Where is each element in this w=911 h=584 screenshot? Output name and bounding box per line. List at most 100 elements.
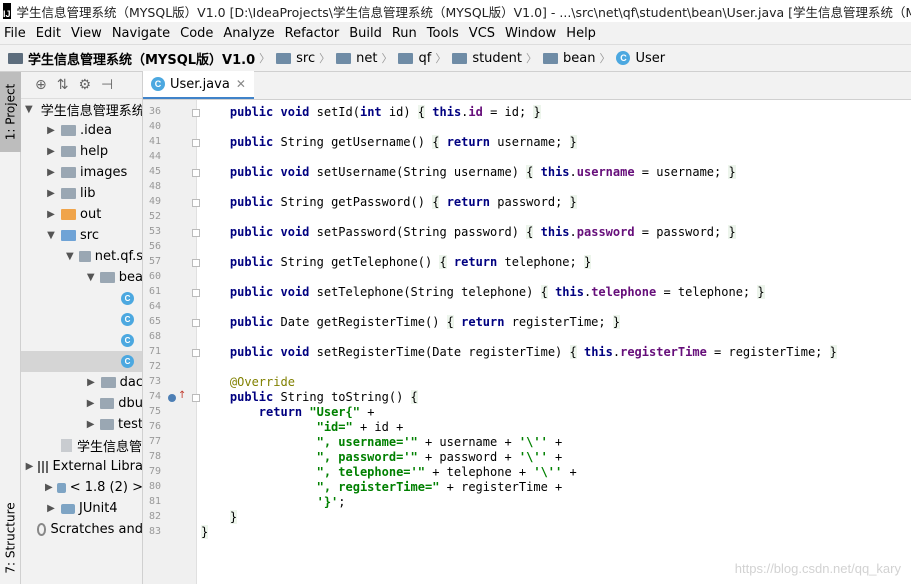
code-line[interactable]: ", telephone='" + telephone + '\'' + (201, 465, 577, 479)
tree-item[interactable]: ▶ dbu (21, 393, 143, 414)
tree-item[interactable]: 学生信息管 (21, 435, 142, 456)
code-line[interactable]: ", password='" + password + '\'' + (201, 450, 563, 464)
tree-item[interactable]: C (21, 351, 142, 372)
breadcrumb-item[interactable]: net 〉 (336, 50, 398, 66)
code-line[interactable]: } (201, 510, 238, 524)
chevron-right-icon[interactable]: ▶ (45, 209, 57, 220)
line-number: 76 (148, 421, 161, 432)
folder-icon (61, 125, 76, 136)
structure-tool-tab[interactable]: 7: Structure (0, 492, 21, 584)
chevron-right-icon[interactable]: ▶ (45, 503, 57, 514)
menu-tools[interactable]: Tools (422, 26, 464, 41)
menu-file[interactable]: File (0, 26, 31, 41)
menu-build[interactable]: Build (344, 26, 387, 41)
tree-item[interactable]: C (21, 309, 142, 330)
chevron-right-icon[interactable]: ▶ (45, 482, 53, 493)
tree-item[interactable]: C (21, 330, 142, 351)
code-line[interactable]: public void setPassword(String password)… (201, 225, 736, 239)
chevron-down-icon[interactable]: ▼ (25, 104, 33, 115)
line-number: 72 (148, 361, 161, 372)
menu-edit[interactable]: Edit (31, 26, 66, 41)
tree-item-label: net.qf.s (94, 249, 143, 264)
hide-icon[interactable]: ⊣ (101, 77, 113, 93)
menu-code[interactable]: Code (175, 26, 218, 41)
left-tool-strip: 1: Project 7: Structure (0, 72, 21, 584)
code-line[interactable]: @Override (201, 375, 295, 389)
menu-help[interactable]: Help (561, 26, 601, 41)
chevron-down-icon[interactable]: ▼ (85, 272, 96, 283)
tree-item[interactable]: ▼ 学生信息管理系统 (21, 99, 142, 120)
chevron-right-icon[interactable]: ▶ (25, 461, 34, 472)
chevron-down-icon[interactable]: ▼ (65, 251, 75, 262)
collapse-all-icon[interactable]: ⇅ (57, 77, 69, 93)
code-area[interactable]: public void setId(int id) { this.id = id… (197, 100, 911, 584)
tree-item[interactable]: ▶ lib (21, 183, 142, 204)
code-line[interactable]: public String toString() { (201, 390, 418, 404)
line-number: 45 (148, 166, 161, 177)
java-class-icon: C (121, 313, 134, 326)
code-line[interactable]: public void setRegisterTime(Date registe… (201, 345, 837, 359)
tree-item[interactable]: Scratches and (21, 519, 143, 540)
tree-item[interactable]: ▼ bea (21, 267, 142, 288)
tree-item[interactable]: ▼ src (21, 225, 142, 246)
tree-item[interactable]: ▶ JUnit4 (21, 498, 142, 519)
tree-item[interactable]: ▶ External Libra (21, 456, 142, 477)
override-icon[interactable] (168, 394, 176, 402)
breadcrumb-item[interactable]: student 〉 (452, 50, 543, 66)
tree-item[interactable]: ▶ < 1.8 (2) > (21, 477, 142, 498)
breadcrumb-item[interactable]: qf 〉 (398, 50, 452, 66)
chevron-down-icon[interactable]: ▼ (45, 230, 57, 241)
tree-item[interactable]: ▶ dac (21, 372, 142, 393)
chevron-right-icon[interactable]: ▶ (45, 146, 57, 157)
chevron-right-icon[interactable]: ▶ (45, 167, 57, 178)
breadcrumb-item[interactable]: bean 〉 (543, 50, 616, 66)
code-line[interactable]: "id=" + id + (201, 420, 404, 434)
code-line[interactable]: } (201, 525, 209, 539)
menu-analyze[interactable]: Analyze (218, 26, 279, 41)
code-line[interactable]: public void setUsername(String username)… (201, 165, 736, 179)
tree-item-label: dbu (118, 396, 143, 411)
tree-item[interactable]: C (21, 288, 142, 309)
folder-icon (336, 52, 352, 64)
tab-user-java[interactable]: C User.java ✕ (143, 71, 254, 99)
java-class-icon: C (616, 51, 631, 65)
tree-item[interactable]: ▶ test (21, 414, 142, 435)
close-icon[interactable]: ✕ (236, 77, 246, 91)
chevron-right-icon[interactable]: ▶ (85, 398, 96, 409)
code-line[interactable]: ", registerTime=" + registerTime + (201, 480, 563, 494)
tree-item-label: Scratches and (50, 522, 143, 537)
tree-item[interactable]: ▶ help (21, 141, 142, 162)
code-line[interactable]: ", username='" + username + '\'' + (201, 435, 563, 449)
arrow-up-icon[interactable]: ↑ (178, 390, 186, 401)
code-line[interactable]: public String getTelephone() { return te… (201, 255, 592, 269)
chevron-right-icon[interactable]: ▶ (85, 377, 97, 388)
watermark: https://blog.csdn.net/qq_kary (734, 561, 901, 576)
menu-vcs[interactable]: VCS (464, 26, 500, 41)
locate-icon[interactable]: ⊕ (35, 77, 47, 93)
breadcrumb-item[interactable]: C User (616, 51, 665, 66)
tree-item[interactable]: ▶ images (21, 162, 142, 183)
tree-item[interactable]: ▼ net.qf.s (21, 246, 143, 267)
menu-window[interactable]: Window (500, 26, 561, 41)
chevron-right-icon[interactable]: ▶ (45, 125, 57, 136)
code-line[interactable]: return "User{" + (201, 405, 375, 419)
code-line[interactable]: public void setTelephone(String telephon… (201, 285, 765, 299)
menu-refactor[interactable]: Refactor (280, 26, 345, 41)
tree-item[interactable]: ▶ out (21, 204, 142, 225)
menu-view[interactable]: View (66, 26, 107, 41)
code-line[interactable]: '}'; (201, 495, 346, 509)
code-line[interactable]: public String getPassword() { return pas… (201, 195, 577, 209)
code-line[interactable]: public void setId(int id) { this.id = id… (201, 105, 541, 119)
chevron-right-icon[interactable]: ▶ (45, 188, 57, 199)
menu-navigate[interactable]: Navigate (107, 26, 175, 41)
menu-run[interactable]: Run (387, 26, 422, 41)
tree-item[interactable]: ▶ .idea (21, 120, 142, 141)
breadcrumb-item[interactable]: 学生信息管理系统（MYSQL版）V1.0 〉 (8, 49, 276, 68)
code-line[interactable]: public String getUsername() { return use… (201, 135, 577, 149)
code-line[interactable]: public Date getRegisterTime() { return r… (201, 315, 621, 329)
breadcrumb-item[interactable]: src 〉 (276, 50, 336, 66)
tree-item-label: out (80, 207, 102, 222)
project-tool-tab[interactable]: 1: Project (0, 72, 21, 152)
chevron-right-icon[interactable]: ▶ (85, 419, 96, 430)
gear-icon[interactable]: ⚙ (78, 77, 91, 93)
